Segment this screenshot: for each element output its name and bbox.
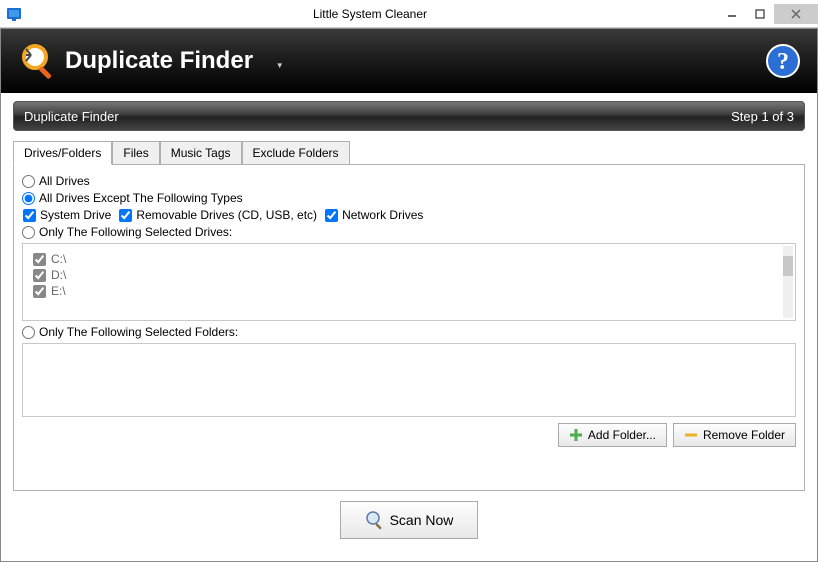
drive-row: C:\	[33, 252, 785, 266]
drive-check-d[interactable]	[33, 269, 46, 282]
dropdown-caret-icon[interactable]: ▼	[276, 61, 284, 70]
add-folder-label: Add Folder...	[588, 428, 656, 442]
close-button[interactable]	[774, 4, 818, 24]
drive-list[interactable]: C:\ D:\ E:\	[22, 243, 796, 321]
window-title: Little System Cleaner	[22, 7, 718, 21]
minus-icon	[684, 428, 698, 442]
drive-row: E:\	[33, 284, 785, 298]
radio-all-drives[interactable]	[22, 175, 35, 188]
tab-content: All Drives All Drives Except The Followi…	[13, 165, 805, 491]
search-icon	[365, 510, 385, 530]
tab-drives-folders[interactable]: Drives/Folders	[13, 141, 112, 165]
label-removable: Removable Drives (CD, USB, etc)	[136, 208, 317, 222]
drive-check-c[interactable]	[33, 253, 46, 266]
add-folder-button[interactable]: Add Folder...	[558, 423, 667, 447]
drive-label: C:\	[51, 252, 66, 266]
step-bar: Duplicate Finder Step 1 of 3	[13, 101, 805, 131]
drive-check-e[interactable]	[33, 285, 46, 298]
help-icon[interactable]: ?	[765, 43, 801, 79]
folder-list[interactable]	[22, 343, 796, 417]
step-title: Duplicate Finder	[24, 109, 731, 124]
label-system-drive: System Drive	[40, 208, 111, 222]
radio-selected-folders[interactable]	[22, 326, 35, 339]
maximize-button[interactable]	[746, 4, 774, 24]
check-system-drive[interactable]	[23, 209, 36, 222]
banner-title: Duplicate Finder ▼	[65, 47, 765, 75]
minimize-button[interactable]	[718, 4, 746, 24]
radio-selected-drives[interactable]	[22, 226, 35, 239]
scan-label: Scan Now	[390, 512, 454, 528]
scan-now-button[interactable]: Scan Now	[340, 501, 479, 539]
banner-title-text: Duplicate Finder	[65, 47, 253, 74]
drive-row: D:\	[33, 268, 785, 282]
drive-label: D:\	[51, 268, 66, 282]
scrollbar-thumb[interactable]	[783, 256, 793, 276]
radio-except-types[interactable]	[22, 192, 35, 205]
check-network[interactable]	[325, 209, 338, 222]
tab-files[interactable]: Files	[112, 141, 159, 164]
tab-exclude-folders[interactable]: Exclude Folders	[242, 141, 350, 164]
remove-folder-label: Remove Folder	[703, 428, 785, 442]
check-removable[interactable]	[119, 209, 132, 222]
svg-text:?: ?	[777, 49, 789, 75]
label-network: Network Drives	[342, 208, 423, 222]
magnifier-icon	[17, 41, 57, 81]
titlebar: Little System Cleaner	[0, 0, 818, 28]
label-all-drives: All Drives	[39, 174, 90, 188]
tab-music-tags[interactable]: Music Tags	[160, 141, 242, 164]
remove-folder-button[interactable]: Remove Folder	[673, 423, 796, 447]
banner: Duplicate Finder ▼ ?	[1, 29, 817, 93]
label-selected-drives: Only The Following Selected Drives:	[39, 225, 232, 239]
label-selected-folders: Only The Following Selected Folders:	[39, 325, 238, 339]
tab-strip: Drives/Folders Files Music Tags Exclude …	[13, 141, 805, 165]
plus-icon	[569, 428, 583, 442]
drive-label: E:\	[51, 284, 66, 298]
label-except-types: All Drives Except The Following Types	[39, 191, 243, 205]
app-icon	[6, 6, 22, 22]
step-progress: Step 1 of 3	[731, 109, 794, 124]
